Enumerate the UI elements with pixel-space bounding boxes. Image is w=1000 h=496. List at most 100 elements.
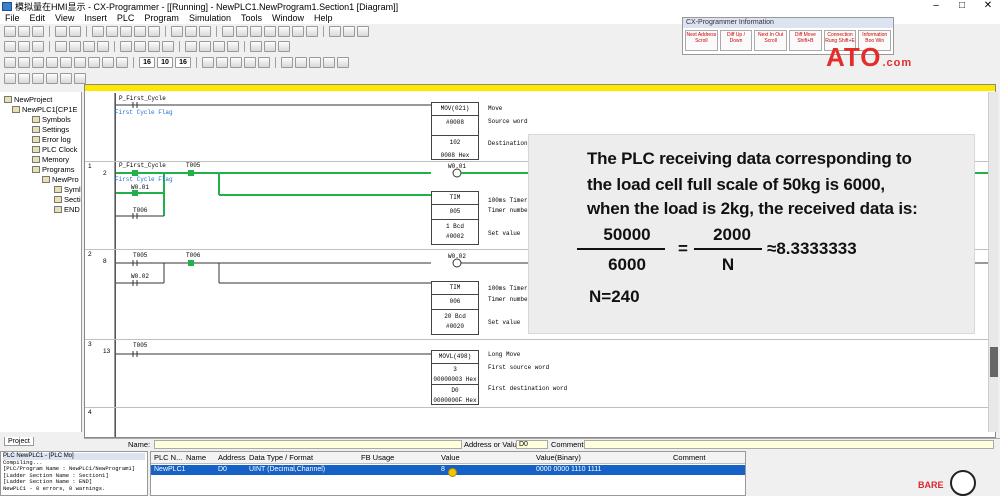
- replace-icon[interactable]: [185, 26, 197, 37]
- copy-icon[interactable]: [106, 26, 118, 37]
- new-icon[interactable]: [4, 26, 16, 37]
- menu-window[interactable]: Window: [267, 13, 309, 23]
- bit-10-icon[interactable]: 10: [157, 57, 173, 68]
- tim-instruction-box[interactable]: TIM 005 1 Bcd #0002: [431, 191, 479, 245]
- vertical-line-icon[interactable]: [74, 57, 86, 68]
- print-icon[interactable]: [55, 26, 67, 37]
- tab-project[interactable]: Project: [4, 437, 34, 446]
- contact-no-icon[interactable]: [18, 57, 30, 68]
- close-button[interactable]: ✕: [976, 0, 1000, 12]
- column-header-address[interactable]: Address: [218, 453, 246, 462]
- tree-node-programs[interactable]: Programs: [32, 165, 75, 175]
- error-log-icon[interactable]: [46, 73, 58, 84]
- contact-nc-icon[interactable]: [32, 57, 44, 68]
- menu-insert[interactable]: Insert: [79, 13, 112, 23]
- menu-edit[interactable]: Edit: [25, 13, 51, 23]
- tree-node-local-symbols[interactable]: Syml: [54, 185, 81, 195]
- horizontal-line-icon[interactable]: [88, 57, 100, 68]
- instruction-icon[interactable]: [202, 57, 214, 68]
- cancel-edit-icon[interactable]: [278, 41, 290, 52]
- st-icon[interactable]: [230, 57, 242, 68]
- differential-monitor-icon[interactable]: [199, 41, 211, 52]
- compile-icon[interactable]: [244, 57, 256, 68]
- select-icon[interactable]: [4, 57, 16, 68]
- menu-file[interactable]: File: [0, 13, 25, 23]
- menu-view[interactable]: View: [50, 13, 79, 23]
- maximize-button[interactable]: □: [950, 0, 974, 12]
- clock-icon[interactable]: [60, 73, 72, 84]
- symbols-icon[interactable]: [74, 73, 86, 84]
- zoom-in-icon[interactable]: [4, 41, 16, 52]
- column-header-name[interactable]: Name: [186, 453, 206, 462]
- column-header-value[interactable]: Value: [441, 453, 460, 462]
- info-key[interactable]: Diff Up / Down: [719, 30, 753, 51]
- column-header-plc[interactable]: PLC N...: [154, 453, 182, 462]
- open-icon[interactable]: [18, 26, 30, 37]
- tree-node-section[interactable]: Secti: [54, 195, 81, 205]
- project-window-icon[interactable]: [309, 57, 321, 68]
- program-check-icon[interactable]: [258, 57, 270, 68]
- address-reference-icon[interactable]: [323, 57, 335, 68]
- properties-icon[interactable]: [337, 57, 349, 68]
- warning-icon[interactable]: [250, 26, 262, 37]
- movl-instruction-box[interactable]: MOVL(498) 3 00000003 Hex D0 0000000F Hex: [431, 350, 479, 405]
- coil-nc-icon[interactable]: [116, 57, 128, 68]
- force-off-icon[interactable]: [148, 41, 160, 52]
- column-header-type[interactable]: Data Type / Format: [249, 453, 313, 462]
- tree-node-plc-clock[interactable]: PLC Clock: [32, 145, 77, 155]
- or-nc-icon[interactable]: [60, 57, 72, 68]
- print-preview-icon[interactable]: [69, 26, 81, 37]
- tree-node-symbols[interactable]: Symbols: [32, 115, 71, 125]
- watch-window-icon[interactable]: [281, 57, 293, 68]
- mov-instruction-box[interactable]: MOV(021) #0008 102 0008 Hex: [431, 102, 479, 160]
- tree-node-plc[interactable]: NewPLC1[CP1E: [12, 105, 77, 115]
- output-window-icon[interactable]: [295, 57, 307, 68]
- time-chart-icon[interactable]: [227, 41, 239, 52]
- zoom-fit-icon[interactable]: [32, 41, 44, 52]
- cell-value[interactable]: 8: [441, 466, 445, 473]
- menu-simulation[interactable]: Simulation: [184, 13, 236, 23]
- offline-icon[interactable]: [278, 26, 290, 37]
- zoom-out-icon[interactable]: [18, 41, 30, 52]
- bit-16-icon[interactable]: 16: [139, 57, 155, 68]
- menu-tools[interactable]: Tools: [236, 13, 267, 23]
- cut-icon[interactable]: [92, 26, 104, 37]
- scrollbar-thumb[interactable]: [990, 347, 998, 377]
- info-key[interactable]: Next In Out Scroll: [754, 30, 788, 51]
- tree-node-project[interactable]: NewProject: [4, 95, 52, 105]
- grid-icon[interactable]: [55, 41, 67, 52]
- undo-icon[interactable]: [134, 26, 146, 37]
- save-icon[interactable]: [32, 26, 44, 37]
- tree-node-memory[interactable]: Memory: [32, 155, 69, 165]
- transfer-icon[interactable]: [292, 26, 304, 37]
- memory-icon[interactable]: [4, 73, 16, 84]
- compare-icon[interactable]: [306, 26, 318, 37]
- info-key[interactable]: Next Address Scroll: [685, 30, 718, 51]
- fb-call-icon[interactable]: [216, 57, 228, 68]
- force-on-icon[interactable]: [134, 41, 146, 52]
- run-mode-icon[interactable]: [329, 26, 341, 37]
- force-cancel-icon[interactable]: [162, 41, 174, 52]
- info-icon[interactable]: [236, 26, 248, 37]
- menu-plc[interactable]: PLC: [112, 13, 140, 23]
- info-key[interactable]: Diff Move Shift+B: [789, 30, 822, 51]
- address-field[interactable]: D0: [516, 440, 548, 449]
- minimize-button[interactable]: –: [924, 0, 948, 12]
- rung-icon[interactable]: [83, 41, 95, 52]
- tree-node-newprogram[interactable]: NewPro: [42, 175, 79, 185]
- or-no-icon[interactable]: [46, 57, 58, 68]
- comments-icon[interactable]: [69, 41, 81, 52]
- menu-help[interactable]: Help: [309, 13, 338, 23]
- column-header-binary[interactable]: Value(Binary): [536, 453, 581, 462]
- monitor-mode-icon[interactable]: [343, 26, 355, 37]
- io-table-icon[interactable]: [18, 73, 30, 84]
- online-edit-icon[interactable]: [250, 41, 262, 52]
- set-value-icon[interactable]: [185, 41, 197, 52]
- paste-icon[interactable]: [120, 26, 132, 37]
- name-field[interactable]: [154, 440, 462, 449]
- symbol-icon[interactable]: [97, 41, 109, 52]
- data-trace-icon[interactable]: [213, 41, 225, 52]
- program-mode-icon[interactable]: [357, 26, 369, 37]
- coil-no-icon[interactable]: [102, 57, 114, 68]
- ladder-vertical-scrollbar[interactable]: [988, 92, 998, 432]
